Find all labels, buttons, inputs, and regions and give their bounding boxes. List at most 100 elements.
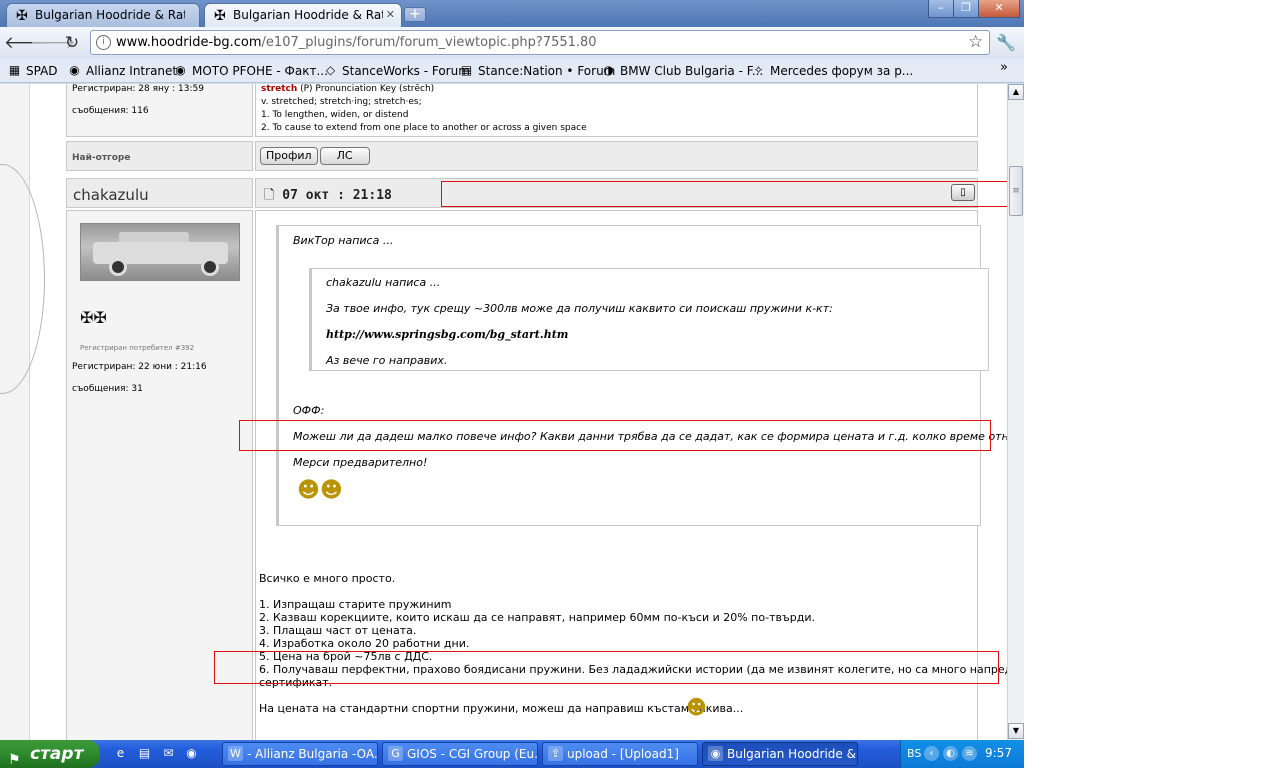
quote-thanks: Мерси предварително! [293, 456, 428, 469]
bookmarks-bar: ▦ SPAD ◉ Allianz Intranet ◉ MOTO PFOHE - Фа… [0, 59, 1024, 83]
bookmark-stance-nation[interactable]: ▤ Stance:Nation • Forum [458, 62, 616, 80]
bookmark-mercedes-forum[interactable]: ✧ Mercedes форум за р... [750, 62, 913, 80]
quote-viktor: ВикТор написа ... chakazulu написа ... З… [276, 225, 1007, 526]
post-body-closing: На цената на стандартни спортни пружини,… [259, 702, 744, 715]
post-step: 5. Цена на брой ~75лв с ДДС. [259, 650, 433, 663]
signature-pronunciation: (P) Pronunciation Key (strĕch) [297, 84, 435, 94]
new-tab-button[interactable]: + [404, 7, 426, 22]
language-indicator[interactable]: BS [907, 747, 921, 760]
scroll-up-button[interactable]: ▲ [1008, 84, 1024, 100]
task-label: GIOS - CGI Group (Eu... [407, 747, 538, 761]
tab-hoodride-1[interactable]: ✠ Bulgarian Hoodride & Rat Community [6, 3, 200, 27]
post-author-cell: chakazulu [66, 178, 253, 208]
forward-arrow-icon[interactable]: 🡒 [30, 31, 76, 55]
vertical-scrollbar[interactable]: ▲ ≡ ▼ [1007, 84, 1024, 740]
post-content: ВикТор написа ... chakazulu написа ... З… [255, 210, 1007, 740]
upload-icon: ⇪ [548, 746, 563, 761]
post-author-name[interactable]: chakazulu [73, 186, 149, 204]
signature-line: stretch (P) Pronunciation Key (strĕch) [261, 84, 434, 96]
forum-thread: Регистриран: 28 яну : 13:59 съобщения: 1… [66, 84, 1007, 740]
task-gios[interactable]: G GIOS - CGI Group (Eu... [382, 742, 538, 766]
post-user-column: ✠✠ Регистриран потребител #392 Регистрир… [66, 210, 253, 740]
chrome-icon[interactable]: ◉ [183, 745, 200, 762]
tab-hoodride-2[interactable]: ✠ Bulgarian Hoodride & Rat Community ✕ [204, 3, 402, 27]
quote-chakazulu: chakazulu написа ... За твое инфо, тук с… [309, 268, 989, 371]
prev-registered: Регистриран: 28 яну : 13:59 [72, 84, 204, 94]
page-viewport: Регистриран: 28 яну : 13:59 съобщения: 1… [0, 84, 1007, 740]
task-hoodride[interactable]: ◉ Bulgarian Hoodride & ... [702, 742, 858, 766]
bookmark-allianz-intranet[interactable]: ◉ Allianz Intranet [66, 62, 177, 80]
outlook-icon[interactable]: ✉ [160, 745, 177, 762]
bmw-icon: ◑ [603, 63, 614, 77]
word-icon: W [228, 746, 243, 761]
bookmark-star-icon[interactable]: ☆ [968, 32, 983, 52]
scroll-thumb[interactable]: ≡ [1009, 166, 1023, 216]
task-allianz-bulgaria[interactable]: W - Allianz Bulgaria -OA... [222, 742, 378, 766]
signature-line: 2. To cause to extend from one place to … [261, 123, 587, 133]
close-window-button[interactable]: ✕ [978, 0, 1020, 18]
bookmark-spad[interactable]: ▦ SPAD [6, 62, 58, 80]
ie-icon[interactable]: e [112, 745, 129, 762]
address-bar[interactable]: i www.hoodride-bg.com/e107_plugins/forum… [90, 30, 990, 55]
globe-icon: ◉ [69, 63, 80, 77]
user-avatar[interactable] [80, 223, 240, 281]
close-tab-icon[interactable]: ✕ [386, 4, 395, 26]
bookmarks-overflow-chevron[interactable]: » [1000, 60, 1008, 75]
diamond-icon: ◇ [325, 63, 336, 77]
start-button[interactable]: ⚑ старт [0, 740, 100, 768]
post-step: 6. Получаваш перфектни, прахово боядисан… [259, 663, 1007, 676]
springs-link[interactable]: http://www.springsbg.com/bg_start.htm [326, 328, 568, 341]
report-post-icon[interactable]: ▯ [951, 184, 975, 201]
post-body-intro: Всичко е много просто. [259, 572, 396, 585]
tray-expand-icon[interactable]: ‹ [924, 746, 939, 761]
browser-toolbar: 🡐 🡒 ↻ i www.hoodride-bg.com/e107_plugins… [0, 27, 1024, 59]
system-tray: BS ‹ ◐ ≋ 9:57 [900, 740, 1024, 768]
bookmark-label: Mercedes форум за р... [770, 64, 914, 78]
explorer-icon[interactable]: ▤ [136, 745, 153, 762]
scroll-down-button[interactable]: ▼ [1008, 723, 1024, 739]
twin-smiley-icon: ☻☻ [297, 478, 343, 503]
reload-icon[interactable]: ↻ [60, 31, 84, 55]
bookmark-moto-pfohe[interactable]: ◉ MOTO PFOHE - Факт... [172, 62, 328, 80]
smiley-icon: ☻ [686, 695, 707, 719]
page-info-icon[interactable]: i [96, 35, 111, 50]
task-label: Bulgarian Hoodride & ... [727, 747, 858, 761]
wrench-menu-icon[interactable]: 🔧 [996, 33, 1016, 52]
site-icon: ▤ [460, 63, 473, 77]
post-step: 3. Плащаш част от цената. [259, 624, 417, 637]
quote-text: Аз вече го направих. [326, 354, 448, 367]
profile-button[interactable]: Профил [260, 147, 318, 165]
task-upload[interactable]: ⇪ upload - [Upload1] [542, 742, 698, 766]
iron-cross-icon: ✠✠ [80, 308, 107, 327]
bookmark-label: MOTO PFOHE - Факт... [192, 64, 328, 78]
clock[interactable]: 9:57 [985, 746, 1012, 760]
post-header: 🗋 07 окт : 21:18 ▯ [255, 178, 978, 208]
quote-question: Можеш ли да дадеш малко повече инфо? Как… [293, 430, 1007, 443]
iron-cross-icon: ✠ [16, 8, 28, 24]
signature-keyword: stretch [261, 84, 298, 94]
post-date: 🗋 07 окт : 21:18 [264, 186, 392, 208]
bookmark-label: SPAD [26, 64, 58, 78]
mercedes-icon: ✧ [753, 63, 764, 77]
task-label: - Allianz Bulgaria -OA... [247, 747, 378, 761]
bookmark-label: StanceWorks - Forum [342, 64, 470, 78]
back-to-top-link[interactable]: Най-отгоре [72, 153, 130, 163]
post-doc-icon: 🗋 [264, 188, 283, 203]
url-host: www.hoodride-bg.com [116, 35, 262, 50]
tray-app-icon[interactable]: ◐ [943, 746, 958, 761]
page-right-margin [978, 84, 1007, 740]
bookmark-stanceworks[interactable]: ◇ StanceWorks - Forum [322, 62, 470, 80]
url-path: /e107_plugins/forum/forum_viewtopic.php?… [261, 35, 597, 50]
url-text[interactable]: www.hoodride-bg.com/e107_plugins/forum/f… [116, 35, 597, 50]
bookmark-label: Allianz Intranet [86, 64, 178, 78]
pm-button[interactable]: ЛС [319, 147, 370, 165]
back-arrow-icon[interactable]: 🡐 [4, 31, 50, 55]
globe-icon: ◉ [175, 63, 186, 77]
maximize-button[interactable]: ❐ [953, 0, 979, 18]
bookmark-bmw-club[interactable]: ◑ BMW Club Bulgaria - F... [600, 62, 763, 80]
tab-label: Bulgarian Hoodride & Rat Community [233, 8, 383, 22]
minimize-button[interactable]: – [928, 0, 954, 18]
quote-off: ОФФ: [293, 404, 325, 417]
prev-post-user-info: Регистриран: 28 яну : 13:59 съобщения: 1… [66, 84, 253, 137]
network-icon[interactable]: ≋ [962, 746, 977, 761]
